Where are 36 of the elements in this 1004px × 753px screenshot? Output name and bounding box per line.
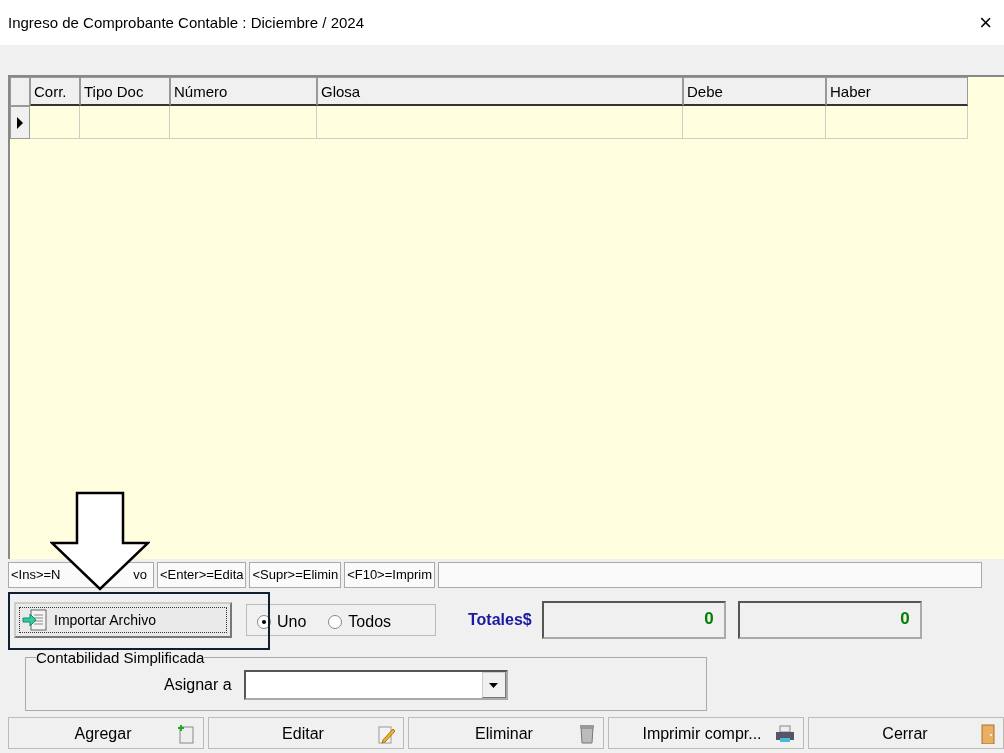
close-button[interactable]: × — [975, 9, 996, 36]
scope-radio[interactable]: Todos — [328, 612, 392, 631]
door-icon — [981, 724, 995, 744]
window-title: Ingreso de Comprobante Contable : Diciembre / 2024 — [8, 14, 365, 31]
shortcut-text: <Ins>=N — [11, 567, 61, 583]
import-file-button[interactable]: Importar Archivo — [14, 601, 232, 638]
assign-dropdown[interactable] — [243, 670, 508, 700]
pencil-document-icon — [377, 724, 395, 744]
add-button[interactable]: Agregar — [8, 717, 204, 749]
column-header[interactable]: Glosa — [317, 77, 683, 106]
shortcut-text: vo — [133, 567, 147, 583]
shortcut-tab[interactable]: <Supr>=Elimin — [249, 562, 342, 588]
debit-total-field: 0 — [541, 600, 726, 639]
table-cell — [30, 106, 80, 139]
caret-icon — [489, 682, 499, 688]
shortcut-tab[interactable]: <F10>=Imprim — [344, 562, 436, 588]
column-header[interactable]: Número — [170, 77, 317, 106]
shortcut-tab[interactable]: <Enter>=Edita — [157, 562, 247, 588]
column-header[interactable]: Haber — [826, 77, 968, 106]
import-file-icon — [22, 608, 48, 631]
group-title: Contabilidad Simplificada — [36, 649, 205, 666]
close-button[interactable]: Cerrar — [808, 717, 1004, 749]
print-button[interactable]: Imprimir compr... — [608, 717, 804, 749]
edit-button[interactable]: Editar — [208, 717, 404, 749]
totals-label: Totales$ — [468, 610, 532, 629]
delete-button[interactable]: Eliminar — [408, 717, 604, 749]
scope-radio[interactable]: Uno — [257, 612, 307, 631]
column-header[interactable]: Tipo Doc — [80, 77, 170, 106]
trash-icon — [579, 724, 595, 744]
column-header[interactable]: Debe — [683, 77, 826, 106]
printer-icon — [775, 725, 795, 743]
row-pointer-icon — [16, 116, 24, 129]
credit-total-field: 0 — [737, 600, 922, 639]
assign-label: Asignar a — [164, 676, 232, 694]
add-document-icon — [177, 724, 195, 744]
column-header[interactable]: Corr. — [30, 77, 80, 106]
